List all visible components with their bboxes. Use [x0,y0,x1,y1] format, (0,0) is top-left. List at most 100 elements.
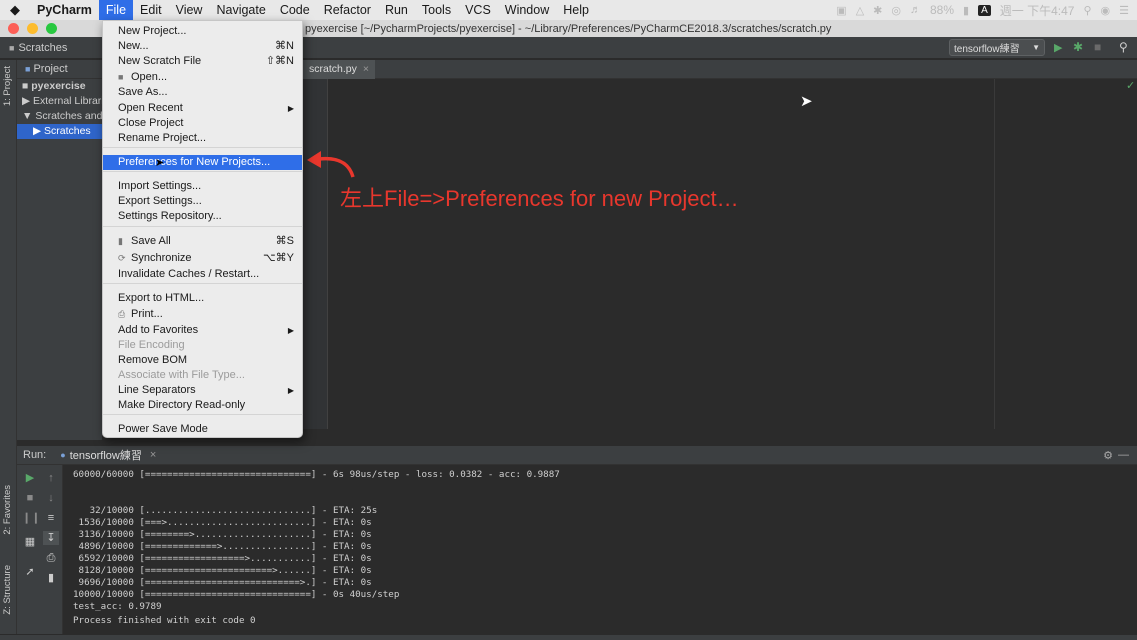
run-configuration-select[interactable]: tensorflow練習 ▼ [949,39,1045,56]
run-tab-label[interactable]: tensorflow練習 [70,447,142,463]
zoom-window-button[interactable] [46,23,57,34]
siri-icon[interactable]: ◉ [1101,4,1111,17]
trash-icon[interactable]: ▮ [43,571,59,585]
pin-icon[interactable]: ➚ [22,565,38,579]
tab-structure[interactable]: Z: Structure [2,565,13,615]
tree-item-pyexercise[interactable]: ■ pyexercise [17,79,102,94]
menu-code[interactable]: Code [273,0,317,20]
file-menu-item-text: ⟳ Synchronize [118,251,192,266]
file-menu-item-remove-bom[interactable]: Remove BOM [103,353,302,368]
scroll-to-end-icon[interactable]: ↧ [43,531,59,545]
close-tab-icon[interactable]: × [363,60,369,79]
tree-item-external-libraries[interactable]: ▶ External Libraries [17,94,102,109]
wifi-icon[interactable]: ◎ [891,4,901,17]
file-menu-item-text: Import Settings... [118,179,201,194]
rerun-icon[interactable]: ▶ [22,471,38,485]
navigation-breadcrumb[interactable]: Scratches [18,42,67,54]
stop-icon[interactable]: ■ [1094,40,1101,54]
menu-tools[interactable]: Tools [415,0,458,20]
project-view-icon: ■ [25,64,31,74]
screen-record-icon[interactable]: ▣ [836,4,846,17]
file-menu-item-open[interactable]: ■ Open... [103,70,302,85]
file-menu-item-new-project[interactable]: New Project... [103,24,302,39]
file-menu-item-power-save-mode[interactable]: Power Save Mode [103,422,302,437]
code-editor[interactable] [328,79,1137,429]
menu-refactor[interactable]: Refactor [317,0,378,20]
file-menu-item-line-separators[interactable]: Line Separators ▶ [103,383,302,398]
print-icon[interactable]: ⎙ [43,551,59,565]
file-menu-item-export-to-html[interactable]: Export to HTML... [103,291,302,306]
file-menu-item-synchronize[interactable]: ⟳ Synchronize ⌥⌘Y [103,251,302,266]
menu-help[interactable]: Help [556,0,596,20]
battery-percent[interactable]: 88% [930,3,954,17]
close-run-tab-icon[interactable]: × [150,449,156,461]
settings-gear-icon[interactable]: ⚙ [1103,449,1113,462]
soft-wrap-icon[interactable]: ≡ [43,511,59,525]
file-menu-item-text: Export Settings... [118,194,202,209]
menu-navigate[interactable]: Navigate [209,0,272,20]
menu-window[interactable]: Window [498,0,556,20]
file-menu-item-rename-project[interactable]: Rename Project... [103,131,302,146]
search-icon[interactable]: ⚲ [1083,4,1091,17]
input-source-indicator[interactable]: A [978,4,991,16]
close-window-button[interactable] [8,23,19,34]
clock[interactable]: 週一 下午4:47 [1000,2,1075,19]
search-everywhere-icon[interactable]: ⚲ [1119,40,1128,54]
menu-edit[interactable]: Edit [133,0,169,20]
minimize-window-button[interactable] [27,23,38,34]
file-menu-item-label: File Encoding [118,339,185,351]
volume-icon[interactable]: ♬ [910,4,921,16]
file-menu-item-label: Remove BOM [118,354,188,366]
app-menu[interactable]: PyCharm [30,0,99,20]
file-menu-item-add-to-favorites[interactable]: Add to Favorites ▶ [103,323,302,338]
expand-arrow-icon: ▶ [33,125,44,137]
menu-vcs[interactable]: VCS [458,0,498,20]
menu-run[interactable]: Run [378,0,415,20]
tab-favorites[interactable]: 2: Favorites [2,485,13,535]
stop-icon[interactable]: ■ [22,491,38,505]
menu-view[interactable]: View [169,0,210,20]
run-icon[interactable]: ▶ [1054,41,1062,54]
airplay-icon[interactable]: △ [856,4,864,17]
file-menu-item-open-recent[interactable]: Open Recent ▶ [103,101,302,116]
list-icon[interactable]: ☰ [1119,4,1129,17]
file-menu-item-save-all[interactable]: ▮ Save All ⌘S [103,234,302,249]
inspection-ok-icon[interactable]: ✓ [1126,79,1135,92]
file-menu-item-new[interactable]: New... ⌘N [103,39,302,54]
layout-icon[interactable]: ▦ [22,535,38,549]
apple-icon[interactable]: ◆ [0,2,30,18]
file-menu-item-invalidate-caches-restart[interactable]: Invalidate Caches / Restart... [103,267,302,282]
file-menu-item-label: Add to Favorites [118,324,199,336]
tab-project[interactable]: 1: Project [2,66,13,106]
collapse-arrow-icon: ▼ [22,110,36,122]
file-menu-item-preferences-for-new-projects[interactable]: Preferences for New Projects... [103,155,302,170]
project-panel-header[interactable]: ■ Project [17,60,102,79]
hide-panel-icon[interactable]: — [1118,449,1129,461]
run-console-output[interactable]: 60000/60000 [===========================… [63,465,1137,635]
debug-icon[interactable]: ✱ [1073,40,1083,54]
pause-icon[interactable]: ❙❙ [22,511,40,525]
file-menu-item-import-settings[interactable]: Import Settings... [103,179,302,194]
scroll-up-icon[interactable]: ↑ [43,471,59,485]
menu-file[interactable]: File [98,0,134,20]
file-menu-item-settings-repository[interactable]: Settings Repository... [103,209,302,224]
tree-item-scratches-and-consoles[interactable]: ▼ Scratches and Consoles [17,109,102,124]
file-menu-item-text: Power Save Mode [118,422,208,437]
file-menu-item-save-as[interactable]: Save As... [103,85,302,100]
file-menu-item-text: ▮ Save All [118,234,171,249]
tree-item-scratches[interactable]: ▶ Scratches [17,124,102,139]
editor-tab-scratch[interactable]: scratch.py × [303,60,375,79]
battery-icon[interactable]: ▮ [963,4,969,17]
file-menu-item-label: Export to HTML... [118,292,205,304]
bluetooth-icon[interactable]: ✱ [873,4,882,17]
file-menu-item-new-scratch-file[interactable]: New Scratch File ⇧⌘N [103,54,302,69]
file-menu-item-export-settings[interactable]: Export Settings... [103,194,302,209]
tree-item-label: Scratches and Consoles [35,110,102,122]
file-menu-item-text: Line Separators [118,383,196,398]
file-menu-item-make-directory-read-only[interactable]: Make Directory Read-only [103,398,302,413]
file-menu-item-print[interactable]: ⎙ Print... [103,307,302,322]
menu-separator [103,171,302,172]
file-menu-item-close-project[interactable]: Close Project [103,116,302,131]
file-menu-item-text: Save As... [118,85,168,100]
scroll-down-icon[interactable]: ↓ [43,491,59,505]
